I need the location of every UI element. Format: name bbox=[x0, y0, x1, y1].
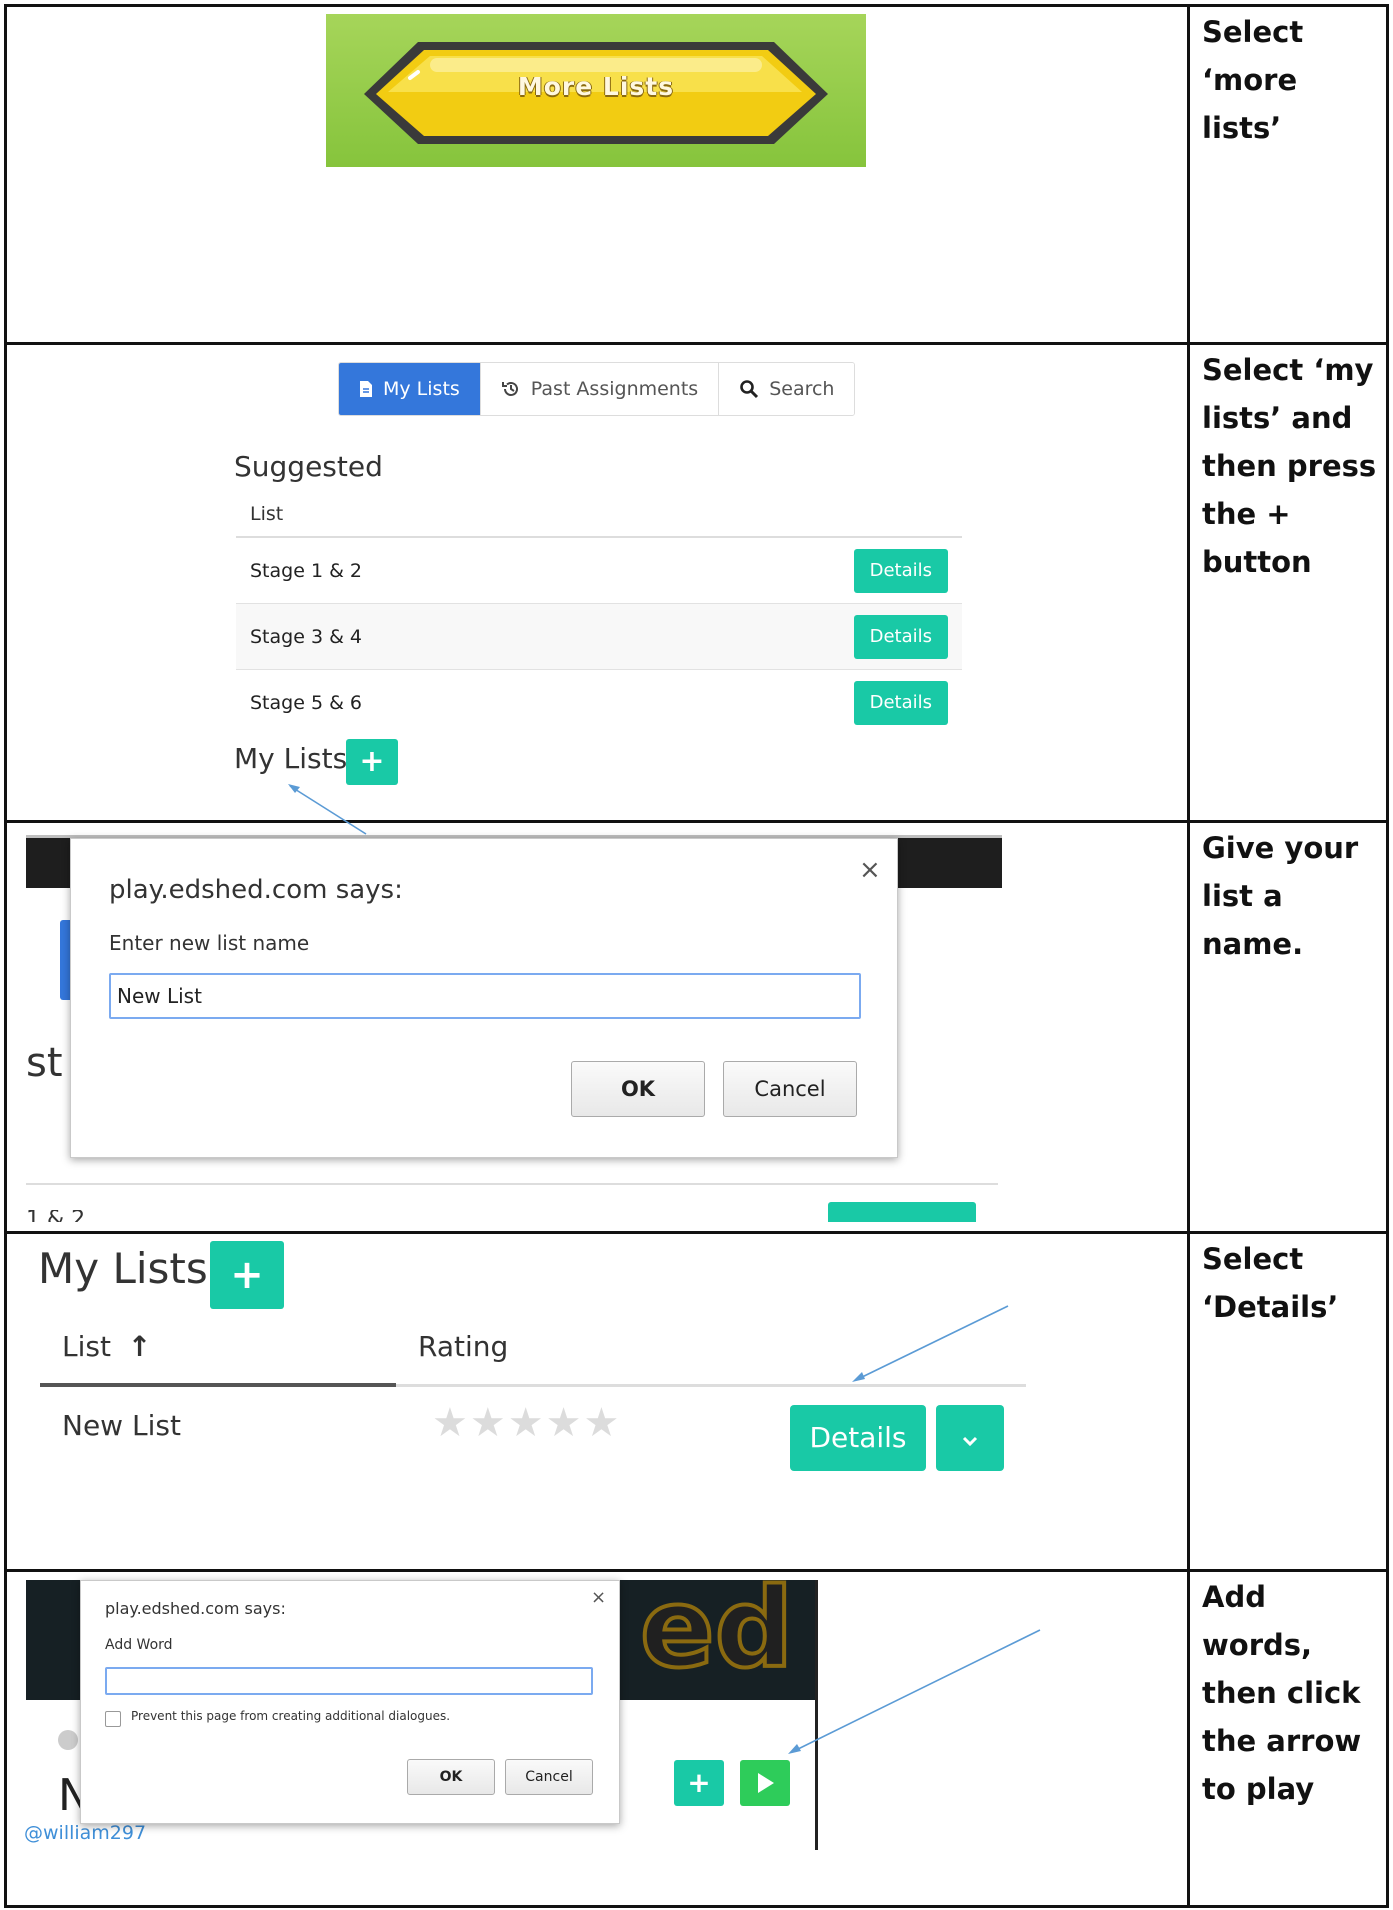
list-tabs: My Lists Past Assignments Search bbox=[338, 362, 856, 416]
table-border-divider bbox=[1187, 4, 1190, 1908]
dialog-title: play.edshed.com says: bbox=[105, 1599, 286, 1618]
file-icon bbox=[360, 381, 372, 397]
dialog-prompt: Add Word bbox=[105, 1637, 173, 1653]
table-border-row2 bbox=[4, 820, 1389, 823]
table-border-left bbox=[4, 4, 7, 1908]
background-divider bbox=[26, 1183, 998, 1185]
table-border-right bbox=[1386, 4, 1389, 1908]
instruction-step-5: Add words, then click the arrow to play bbox=[1202, 1580, 1362, 1806]
pointer-arrow bbox=[788, 1629, 1041, 1754]
details-button[interactable]: Details bbox=[853, 548, 948, 593]
search-icon bbox=[740, 380, 759, 399]
play-icon bbox=[758, 1773, 774, 1793]
background-heading-fragment: st bbox=[26, 1040, 63, 1086]
background-row-fragment: 1 & 2 bbox=[26, 1210, 85, 1222]
details-button[interactable]: Details bbox=[790, 1405, 926, 1471]
table-border-row3 bbox=[4, 1231, 1389, 1234]
instruction-step-2: Select ‘my lists’ and then press the + b… bbox=[1202, 353, 1377, 579]
details-button[interactable]: Details bbox=[853, 681, 948, 725]
add-word-button[interactable]: + bbox=[674, 1760, 724, 1806]
list-name-input[interactable]: New List bbox=[109, 973, 861, 1019]
new-list-dialog: × play.edshed.com says: Enter new list n… bbox=[70, 838, 898, 1158]
chevron-down-glyph bbox=[962, 1436, 978, 1447]
suggested-heading: Suggested bbox=[234, 450, 383, 483]
tab-my-lists[interactable]: My Lists bbox=[339, 363, 481, 415]
tab-search[interactable]: Search bbox=[719, 363, 855, 415]
tab-search-label: Search bbox=[769, 378, 835, 400]
table-border-row1 bbox=[4, 342, 1389, 345]
close-icon[interactable]: × bbox=[591, 1587, 606, 1608]
column-header-list: List ↑ bbox=[62, 1330, 151, 1363]
cancel-button[interactable]: Cancel bbox=[723, 1061, 857, 1117]
more-lists-label[interactable]: More Lists bbox=[326, 72, 866, 101]
tab-past-assignments[interactable]: Past Assignments bbox=[480, 363, 720, 415]
my-lists-heading: My Lists bbox=[234, 742, 348, 775]
column-list-label: List bbox=[62, 1330, 111, 1363]
chevron-down-icon[interactable] bbox=[936, 1405, 1004, 1471]
cancel-button[interactable]: Cancel bbox=[505, 1759, 593, 1795]
table-border-bottom bbox=[4, 1905, 1389, 1908]
row-name: Stage 5 & 6 bbox=[250, 692, 363, 714]
background-details-fragment bbox=[828, 1202, 976, 1222]
table-row: Stage 5 & 6 Details bbox=[236, 670, 962, 736]
prevent-dialogs-checkbox[interactable] bbox=[105, 1711, 121, 1727]
new-list-name: New List bbox=[62, 1409, 181, 1442]
header-rule-active bbox=[40, 1383, 396, 1387]
pointer-arrow bbox=[288, 784, 367, 835]
row-name: Stage 1 & 2 bbox=[250, 559, 363, 582]
ok-button[interactable]: OK bbox=[571, 1061, 705, 1117]
instruction-step-1: Select ‘more lists’ bbox=[1202, 15, 1304, 145]
history-icon bbox=[501, 381, 518, 396]
close-icon[interactable]: × bbox=[859, 855, 881, 885]
background-logo-fragment: ed bbox=[638, 1564, 795, 1692]
pointer-arrow bbox=[852, 1305, 1009, 1382]
prevent-dialogs-label: Prevent this page from creating addition… bbox=[131, 1709, 451, 1723]
remove-icon[interactable] bbox=[58, 1730, 78, 1750]
table-row: Stage 1 & 2 Details bbox=[236, 538, 962, 604]
instruction-step-3: Give your list a name. bbox=[1202, 831, 1359, 961]
add-list-button-large[interactable]: + bbox=[210, 1241, 284, 1309]
ok-button[interactable]: OK bbox=[407, 1759, 495, 1795]
tab-my-lists-label: My Lists bbox=[383, 378, 460, 400]
details-button[interactable]: Details bbox=[853, 614, 948, 659]
tab-past-assignments-label: Past Assignments bbox=[530, 378, 699, 400]
more-lists-banner: More Lists bbox=[326, 14, 866, 167]
play-button[interactable] bbox=[740, 1760, 790, 1806]
my-lists-heading-large: My Lists bbox=[38, 1244, 208, 1293]
sort-arrow-icon[interactable]: ↑ bbox=[128, 1330, 151, 1363]
author-username[interactable]: @william297 bbox=[24, 1822, 146, 1844]
column-header-rating: Rating bbox=[418, 1330, 509, 1363]
suggested-table: List Stage 1 & 2 Details Stage 3 & 4 Det… bbox=[236, 492, 962, 736]
add-word-input[interactable] bbox=[105, 1667, 593, 1695]
add-word-dialog: × play.edshed.com says: Add Word Prevent… bbox=[80, 1580, 620, 1824]
row-name: Stage 3 & 4 bbox=[250, 625, 363, 648]
table-row: Stage 3 & 4 Details bbox=[236, 604, 962, 670]
dialog-title: play.edshed.com says: bbox=[109, 875, 403, 905]
dialog-prompt: Enter new list name bbox=[109, 931, 310, 955]
table-border-top bbox=[4, 4, 1389, 7]
rating-stars[interactable]: ★★★★★ bbox=[432, 1400, 621, 1446]
instruction-step-4: Select ‘Details’ bbox=[1202, 1242, 1339, 1324]
column-header-list: List bbox=[236, 492, 962, 538]
